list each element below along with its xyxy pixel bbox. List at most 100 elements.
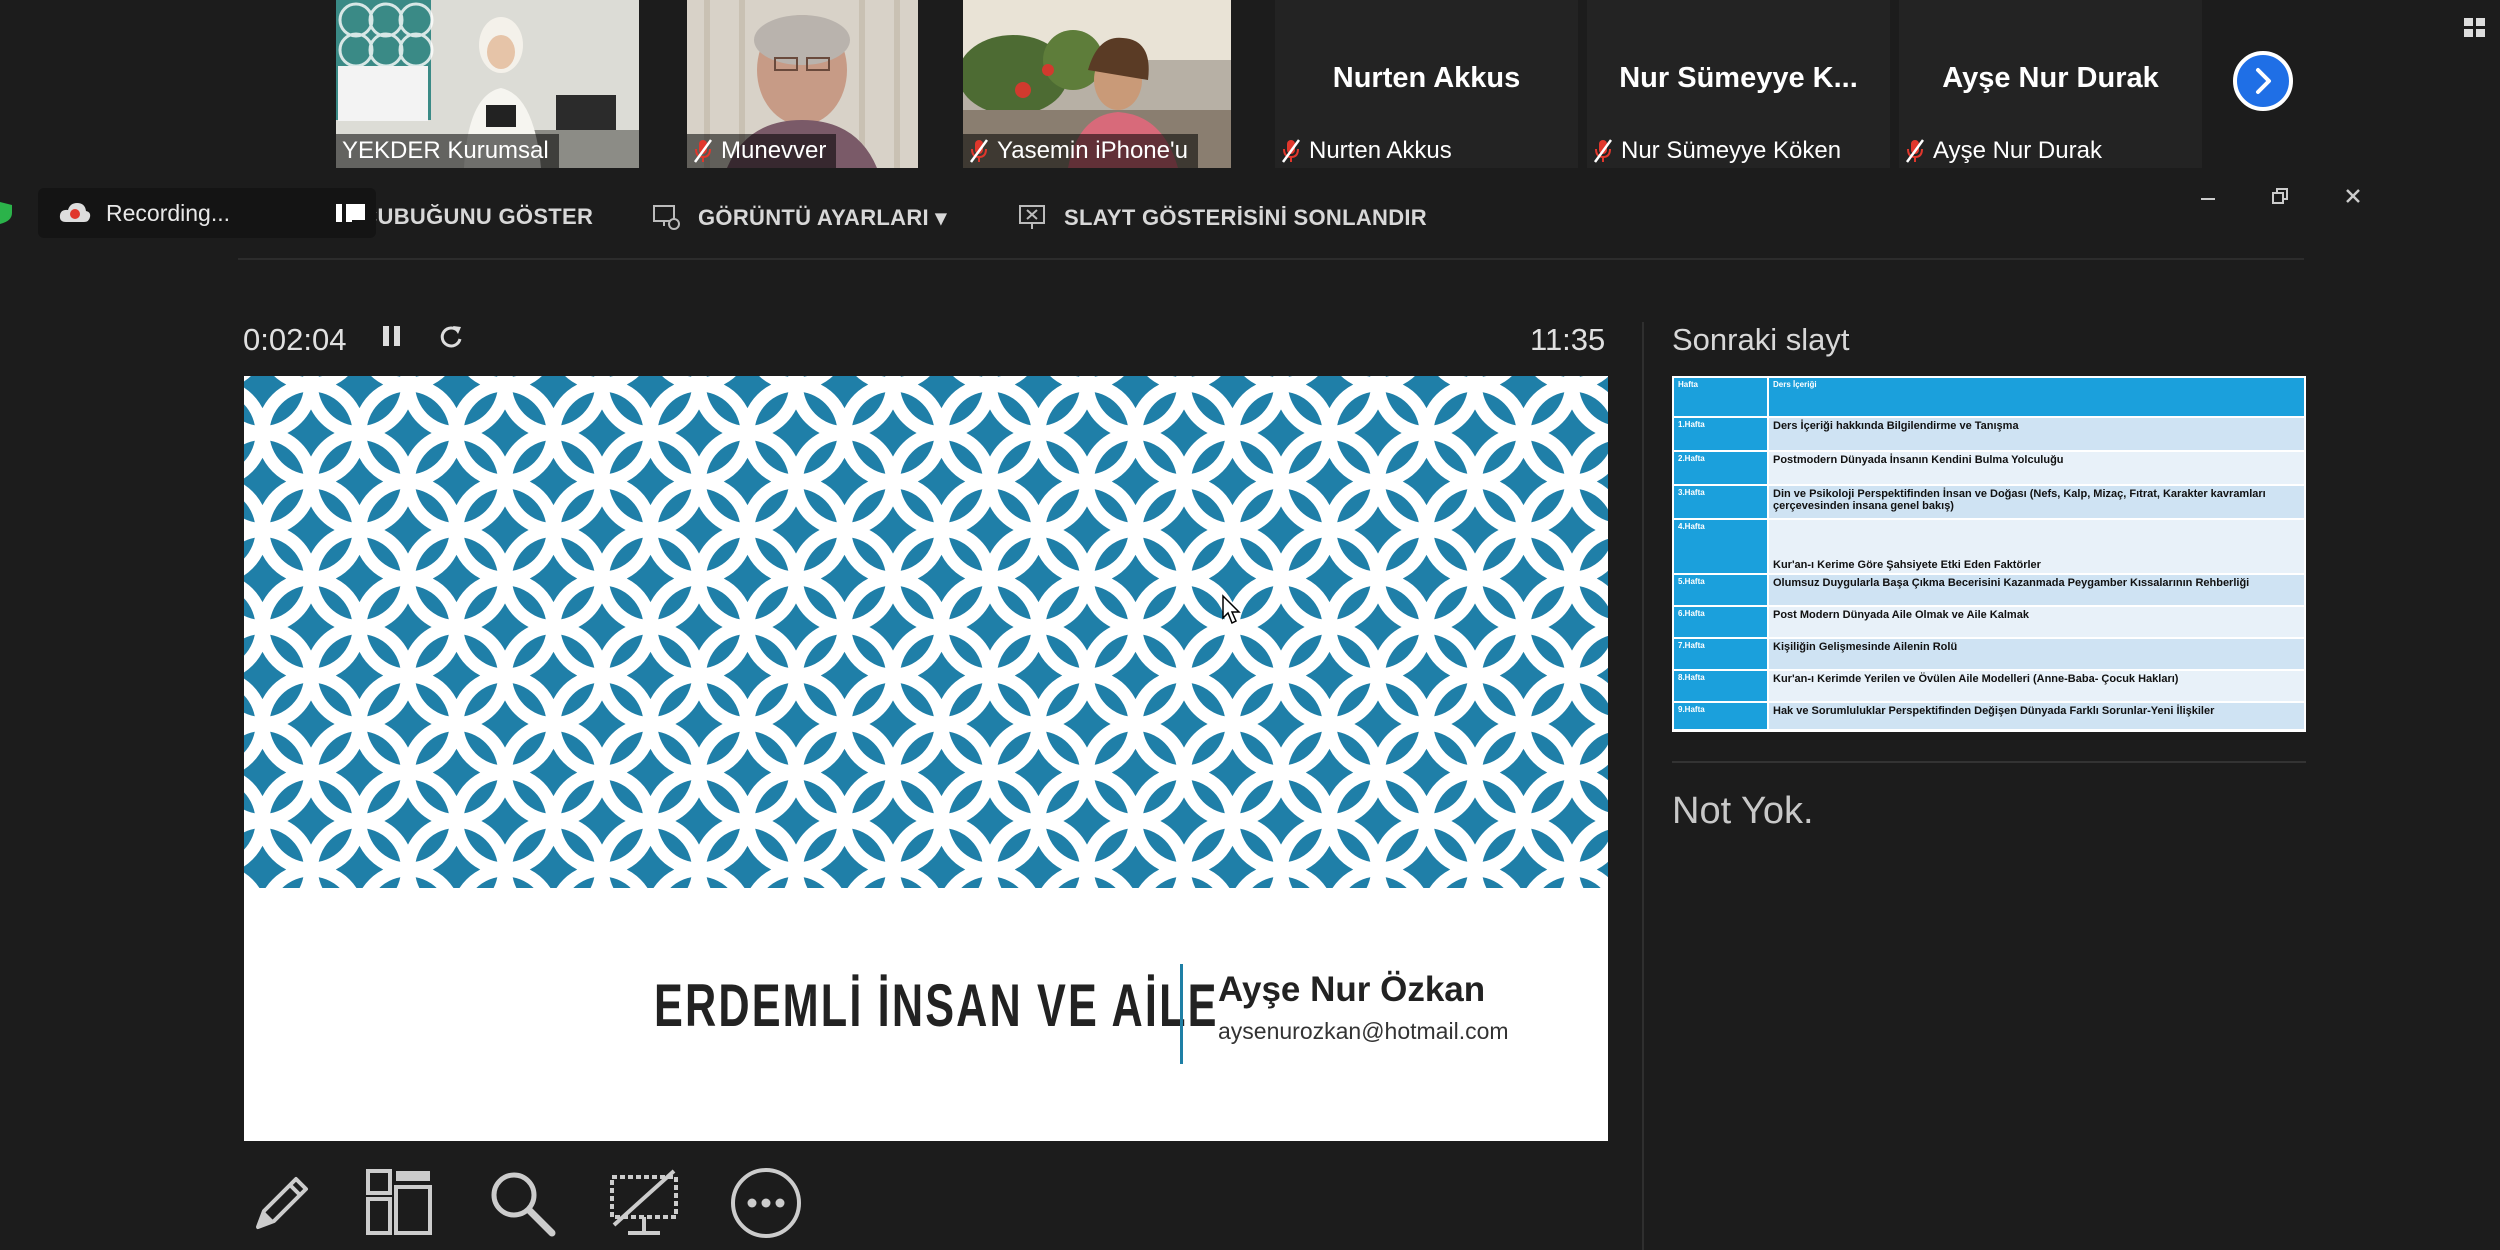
table-cell: 8.Hafta — [1672, 669, 1769, 703]
zoom-icon[interactable] — [484, 1165, 560, 1241]
participant-name: Nur Sümeyye Köken — [1621, 137, 1842, 164]
table-cell: Hak ve Sorumluluklar Perspektifinden Değ… — [1767, 701, 2306, 731]
pen-icon[interactable] — [244, 1165, 320, 1241]
participant-caption: Nurten Akkus — [1275, 134, 1462, 168]
current-slide: ERDEMLİ İNSAN VE AİLE Ayşe Nur Özkan ays… — [244, 376, 1608, 1141]
participant-caption: Yasemin iPhone'u — [963, 134, 1198, 168]
table-row: 1.Hafta Ders İçeriği hakkında Bilgilendi… — [1672, 416, 2306, 452]
table-cell: Din ve Psikoloji Perspektifinden İnsan v… — [1767, 484, 2306, 520]
participant-caption: YEKDER Kurumsal — [336, 134, 559, 168]
table-cell: 6.Hafta — [1672, 605, 1769, 639]
participant-caption: Nur Sümeyye Köken — [1587, 134, 1851, 168]
table-header-row: Hafta Ders İçeriği — [1672, 376, 2306, 418]
table-cell: 5.Hafta — [1672, 573, 1769, 607]
table-row: 9.Hafta Hak ve Sorumluluklar Perspektifi… — [1672, 701, 2306, 731]
participant-caption: Munevver — [687, 134, 837, 168]
slide-pattern — [244, 376, 1608, 888]
slide-title: ERDEMLİ İNSAN VE AİLE — [654, 972, 1219, 1039]
restore-icon — [2272, 188, 2288, 204]
elapsed-timer: 0:02:04 — [243, 322, 347, 357]
slide-email: aysenurozkan@hotmail.com — [1218, 1018, 1509, 1044]
next-slide-table: Hafta Ders İçeriği 1.Hafta Ders İçeriği … — [1672, 376, 2306, 731]
table-cell: 2.Hafta — [1672, 450, 1769, 486]
participant-tile-munevver[interactable]: Munevver — [687, 0, 918, 168]
mic-muted-icon — [1593, 139, 1613, 163]
end-slideshow-label: SLAYT GÖSTERİSİNİ SONLANDIR — [1064, 205, 1427, 230]
chevron-right-icon — [2256, 68, 2271, 94]
table-cell: 7.Hafta — [1672, 637, 1769, 671]
table-cell: Postmodern Dünyada İnsanın Kendini Bulma… — [1767, 450, 2306, 486]
table-row: 5.Hafta Olumsuz Duygularla Başa Çıkma Be… — [1672, 573, 2306, 607]
table-cell: Ders İçeriği hakkında Bilgilendirme ve T… — [1767, 416, 2306, 452]
participant-tile-yasemin[interactable]: Yasemin iPhone'u — [963, 0, 1231, 168]
table-header-cell: Ders İçeriği — [1767, 376, 2306, 418]
table-cell: 1.Hafta — [1672, 416, 1769, 452]
mouse-cursor-icon — [1222, 594, 1241, 625]
participant-name: YEKDER Kurumsal — [342, 137, 549, 164]
participant-caption: Ayşe Nur Durak — [1899, 134, 2112, 168]
participant-name: Yasemin iPhone'u — [997, 137, 1188, 164]
display-settings-icon — [653, 205, 680, 230]
recording-label: Recording... — [106, 199, 231, 226]
gallery-view-icon[interactable] — [2462, 14, 2488, 40]
participant-tile-nurten[interactable]: Nurten Akkus Nurten Akkus — [1275, 0, 1578, 168]
mic-muted-icon — [693, 139, 713, 163]
end-slideshow-icon — [1019, 205, 1045, 229]
participant-tile-ayse-nur-durak[interactable]: Ayşe Nur Durak Ayşe Nur Durak — [1899, 0, 2202, 168]
speaker-notes: Not Yok. — [1672, 790, 1814, 832]
participant-center-name: Nur Sümeyye K... — [1619, 62, 1858, 94]
table-cell: 3.Hafta — [1672, 484, 1769, 520]
next-slide-label: Sonraki slayt — [1672, 322, 1850, 357]
close-button[interactable] — [2335, 178, 2371, 214]
security-shield-icon — [0, 202, 12, 224]
next-participants-button[interactable] — [2233, 51, 2293, 111]
table-cell: Olumsuz Duygularla Başa Çıkma Becerisini… — [1767, 573, 2306, 607]
notes-divider — [1672, 761, 2306, 763]
more-icon[interactable] — [728, 1165, 804, 1241]
reset-timer-icon[interactable] — [436, 322, 466, 352]
participant-center-name: Nurten Akkus — [1332, 62, 1521, 94]
screen-off-icon[interactable] — [606, 1165, 682, 1241]
display-settings-button[interactable]: GÖRÜNTÜ AYARLARI ▾ — [652, 204, 947, 232]
participant-center-name: Ayşe Nur Durak — [1942, 62, 2159, 94]
participant-name: Nurten Akkus — [1309, 137, 1452, 164]
table-cell: 9.Hafta — [1672, 701, 1769, 731]
mic-muted-icon — [1905, 139, 1925, 163]
table-cell: Kişiliğin Gelişmesinde Ailenin Rolü — [1767, 637, 2306, 671]
participant-name: Ayşe Nur Durak — [1933, 137, 2102, 164]
next-slide-preview[interactable]: Hafta Ders İçeriği 1.Hafta Ders İçeriği … — [1672, 376, 2306, 732]
table-row: 2.Hafta Postmodern Dünyada İnsanın Kendi… — [1672, 450, 2306, 486]
slide-divider — [1180, 964, 1183, 1064]
table-row: 6.Hafta Post Modern Dünyada Aile Olmak v… — [1672, 605, 2306, 639]
clock: 11:35 — [1530, 322, 1606, 357]
end-slideshow-button[interactable]: SLAYT GÖSTERİSİNİ SONLANDIR — [1018, 204, 1427, 232]
participant-tile-yekder[interactable]: YEKDER Kurumsal — [336, 0, 639, 168]
mic-muted-icon — [969, 139, 989, 163]
close-icon — [2346, 189, 2360, 203]
participant-name: Munevver — [721, 137, 827, 164]
display-settings-label: GÖRÜNTÜ AYARLARI ▾ — [698, 205, 947, 230]
mic-muted-icon — [1281, 139, 1301, 163]
table-row: 3.Hafta Din ve Psikoloji Perspektifinden… — [1672, 484, 2306, 520]
table-row: 7.Hafta Kişiliğin Gelişmesinde Ailenin R… — [1672, 637, 2306, 671]
table-cell: 4.Hafta — [1672, 518, 1769, 575]
table-cell: Post Modern Dünyada Aile Olmak ve Aile K… — [1767, 605, 2306, 639]
minimize-button[interactable] — [2190, 178, 2226, 214]
table-header-cell: Hafta — [1672, 376, 1769, 418]
minimize-icon — [2201, 198, 2215, 200]
participant-strip: YEKDER Kurumsal Munevver Yasemin iPhone'… — [0, 0, 2500, 168]
stop-recording-icon[interactable] — [349, 204, 365, 220]
participant-tile-nur-sumeyye[interactable]: Nur Sümeyye K... Nur Sümeyye Köken — [1587, 0, 1890, 168]
slide-author: Ayşe Nur Özkan — [1218, 970, 1486, 1009]
table-row: 4.Hafta Kur'an-ı Kerime Göre Şahsiyete E… — [1672, 518, 2306, 575]
panel-divider — [1642, 322, 1644, 1250]
toolbar-divider — [238, 258, 2304, 260]
pause-timer-icon[interactable] — [380, 322, 404, 352]
table-cell: Kur'an-ı Kerimde Yerilen ve Övülen Aile … — [1767, 669, 2306, 703]
cloud-record-icon — [59, 203, 91, 222]
table-cell: Kur'an-ı Kerime Göre Şahsiyete Etki Eden… — [1767, 518, 2306, 575]
grid-icon[interactable] — [362, 1165, 438, 1241]
restore-button[interactable] — [2262, 178, 2298, 214]
table-row: 8.Hafta Kur'an-ı Kerimde Yerilen ve Övül… — [1672, 669, 2306, 703]
recording-indicator[interactable]: Recording... — [38, 188, 376, 238]
